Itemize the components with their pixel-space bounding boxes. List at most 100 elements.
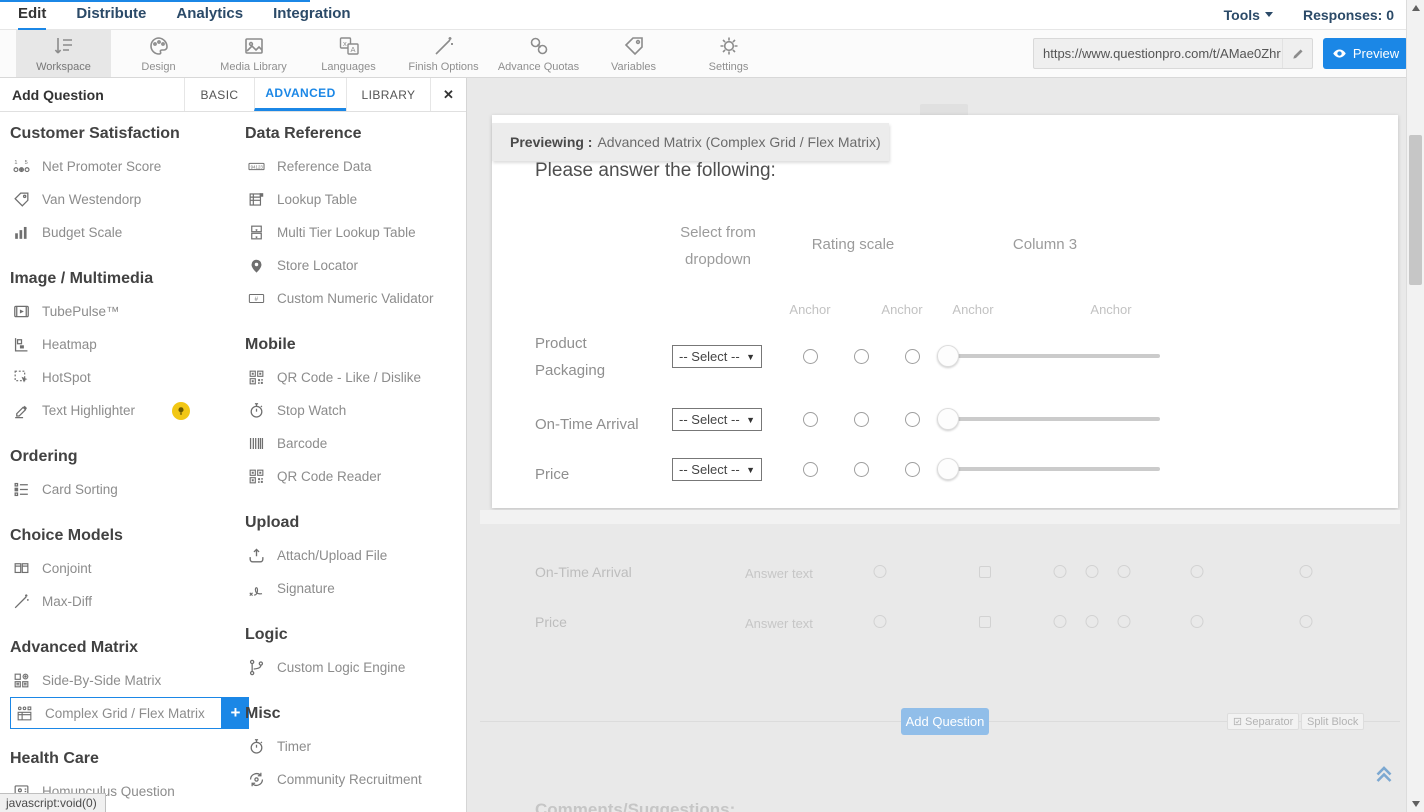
row1-select-dropdown[interactable]: -- Select --▼ — [672, 345, 762, 368]
pencil-icon — [1291, 47, 1305, 61]
add-question-button[interactable]: Add Question — [901, 708, 989, 735]
panel-item-signature[interactable]: Signature — [245, 572, 463, 605]
panel-item-text-highlighter[interactable]: Text Highlighter — [10, 394, 238, 427]
row2-rating-radio-3[interactable] — [905, 412, 920, 427]
toolbar-media-library[interactable]: Media Library — [206, 30, 301, 77]
panel-item-barcode[interactable]: Barcode — [245, 427, 463, 460]
preview-button[interactable]: Preview — [1323, 38, 1408, 69]
tab-basic[interactable]: BASIC — [184, 78, 254, 111]
section-title: Ordering — [10, 448, 238, 466]
nps-scale-icon — [12, 157, 31, 176]
panel-item-card-sorting[interactable]: Card Sorting — [10, 473, 238, 506]
scroll-to-top-icon[interactable] — [1372, 761, 1396, 785]
toolbar-design[interactable]: Design — [111, 30, 206, 77]
max-diff-wand-icon — [12, 592, 31, 611]
split-block-button[interactable]: Split Block — [1301, 713, 1364, 730]
dim-radio — [1054, 565, 1067, 578]
panel-item-net-promoter-score[interactable]: Net Promoter Score — [10, 150, 238, 183]
vertical-scrollbar[interactable] — [1406, 0, 1424, 812]
row3-rating-radio-1[interactable] — [803, 462, 818, 477]
scrollbar-down-arrow[interactable] — [1407, 796, 1424, 812]
column-header-dropdown: Select from dropdown — [663, 219, 773, 273]
tag-icon — [622, 34, 646, 58]
toolbar-settings[interactable]: Settings — [681, 30, 776, 77]
row3-select-dropdown[interactable]: -- Select --▼ — [672, 458, 762, 481]
dim-radio — [1086, 615, 1099, 628]
row1-slider-track[interactable] — [937, 354, 1160, 358]
panel-item-store-locator[interactable]: Store Locator — [245, 249, 463, 282]
qr-reader-icon — [247, 467, 266, 486]
tab-library[interactable]: LIBRARY — [346, 78, 430, 111]
row1-rating-radio-3[interactable] — [905, 349, 920, 364]
chevron-down-icon: ▼ — [746, 415, 755, 425]
toolbar-advance-quotas[interactable]: Advance Quotas — [491, 30, 586, 77]
editor-dim-row-price: Price Answer text — [467, 614, 1406, 632]
panel-item-side-by-side-matrix[interactable]: Side-By-Side Matrix — [10, 664, 238, 697]
dim-radio — [1118, 615, 1131, 628]
video-icon — [12, 302, 31, 321]
row3-rating-radio-2[interactable] — [854, 462, 869, 477]
panel-item-lookup-table[interactable]: Lookup Table — [245, 183, 463, 216]
panel-item-community-recruitment[interactable]: Community Recruitment — [245, 763, 463, 796]
panel-item-reference-data[interactable]: Reference Data — [245, 150, 463, 183]
panel-item-qr-code-reader[interactable]: QR Code Reader — [245, 460, 463, 493]
checkbox-checked-icon — [1233, 717, 1242, 726]
highlighter-icon — [12, 401, 31, 420]
panel-item-multi-tier-lookup-table[interactable]: Multi Tier Lookup Table — [245, 216, 463, 249]
panel-item-stop-watch[interactable]: Stop Watch — [245, 394, 463, 427]
row2-slider-track[interactable] — [937, 417, 1160, 421]
row3-slider-track[interactable] — [937, 467, 1160, 471]
panel-item-heatmap[interactable]: Heatmap — [10, 328, 238, 361]
panel-item-qr-code-like-dislike[interactable]: QR Code - Like / Dislike — [245, 361, 463, 394]
toolbar: Workspace Design Media Library Languages… — [0, 30, 1424, 78]
panel-item-custom-numeric-validator[interactable]: Custom Numeric Validator — [245, 282, 463, 315]
panel-item-attach-upload-file[interactable]: Attach/Upload File — [245, 539, 463, 572]
panel-item-complex-grid-flex-matrix[interactable]: Complex Grid / Flex Matrix + — [10, 697, 222, 729]
heatmap-icon — [12, 335, 31, 354]
eye-icon — [1332, 46, 1347, 61]
scrollbar-up-arrow[interactable] — [1407, 0, 1424, 16]
panel-item-budget-scale[interactable]: Budget Scale — [10, 216, 238, 249]
gear-icon — [717, 34, 741, 58]
toolbar-languages[interactable]: Languages — [301, 30, 396, 77]
tools-menu[interactable]: Tools — [1224, 7, 1273, 23]
panel-item-conjoint[interactable]: Conjoint — [10, 552, 238, 585]
map-pin-icon — [247, 256, 266, 275]
row3-slider-handle[interactable] — [937, 458, 959, 480]
row2-rating-radio-2[interactable] — [854, 412, 869, 427]
row1-rating-radio-1[interactable] — [803, 349, 818, 364]
workspace-icon — [52, 34, 76, 58]
row1-slider-handle[interactable] — [937, 345, 959, 367]
responses-count[interactable]: Responses: 0 — [1303, 7, 1394, 23]
close-panel-button[interactable]: ✕ — [430, 78, 466, 111]
survey-url-value: https://www.questionpro.com/t/AMae0Zhr — [1034, 46, 1282, 61]
panel-item-max-diff[interactable]: Max-Diff — [10, 585, 238, 618]
survey-url-field[interactable]: https://www.questionpro.com/t/AMae0Zhr — [1033, 38, 1313, 69]
tab-advanced[interactable]: ADVANCED — [254, 78, 346, 111]
scrollbar-thumb[interactable] — [1409, 135, 1422, 285]
panel-item-custom-logic-engine[interactable]: Custom Logic Engine — [245, 651, 463, 684]
toolbar-workspace[interactable]: Workspace — [16, 30, 111, 77]
nav-tab-edit[interactable]: Edit — [18, 0, 46, 30]
nav-tab-integration[interactable]: Integration — [273, 0, 351, 30]
section-title: Data Reference — [245, 125, 463, 143]
row2-select-dropdown[interactable]: -- Select --▼ — [672, 408, 762, 431]
price-tag-icon — [12, 190, 31, 209]
edit-url-button[interactable] — [1282, 39, 1312, 68]
row3-rating-radio-3[interactable] — [905, 462, 920, 477]
row2-slider-handle[interactable] — [937, 408, 959, 430]
nav-tab-analytics[interactable]: Analytics — [176, 0, 243, 30]
panel-item-timer[interactable]: Timer — [245, 730, 463, 763]
section-title: Health Care — [10, 750, 238, 768]
panel-item-van-westendorp[interactable]: Van Westendorp — [10, 183, 238, 216]
section-title: Mobile — [245, 336, 463, 354]
toolbar-variables[interactable]: Variables — [586, 30, 681, 77]
row1-rating-radio-2[interactable] — [854, 349, 869, 364]
nav-tab-distribute[interactable]: Distribute — [76, 0, 146, 30]
browser-status-bar: javascript:void(0) — [0, 793, 106, 812]
toolbar-finish-options[interactable]: Finish Options — [396, 30, 491, 77]
separator-toggle-button[interactable]: Separator — [1227, 713, 1299, 730]
panel-item-tubepulse[interactable]: TubePulse™ — [10, 295, 238, 328]
panel-item-hotspot[interactable]: HotSpot — [10, 361, 238, 394]
row2-rating-radio-1[interactable] — [803, 412, 818, 427]
